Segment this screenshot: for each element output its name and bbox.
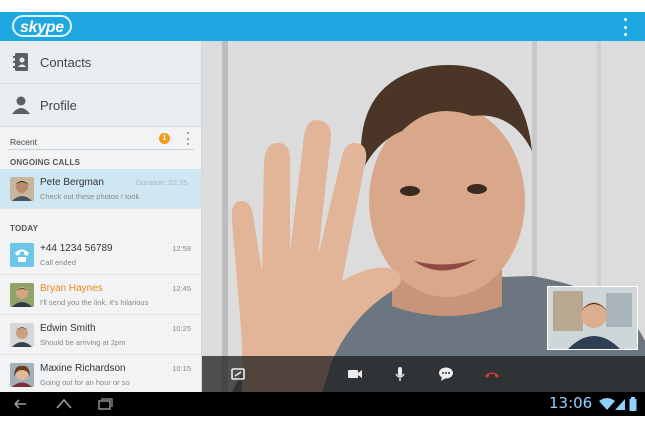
list-item[interactable]: Bryan Haynes I'll send you the link, it'… (0, 275, 201, 315)
contact-name: Maxine Richardson (40, 363, 126, 374)
timestamp: 12:58 (172, 244, 191, 253)
contact-name: Pete Bergman (40, 177, 104, 188)
home-icon[interactable] (55, 396, 73, 412)
self-view-image (548, 287, 637, 349)
end-call-icon[interactable] (483, 365, 501, 383)
phone-icon (10, 243, 34, 267)
fullscreen-icon[interactable] (229, 365, 247, 383)
ongoing-call-row[interactable]: Pete Bergman Check out these photos I to… (0, 169, 201, 209)
microphone-icon[interactable] (391, 365, 409, 383)
sidebar: Contacts Profile Recent ONGOING CALLS Pe… (0, 41, 202, 392)
contact-message: Should be arriving at 2pm (40, 338, 126, 347)
chat-bubble-icon[interactable] (437, 365, 455, 383)
call-controls-bar (202, 356, 645, 392)
nav-contacts-label: Contacts (40, 55, 92, 70)
contact-photo (10, 363, 34, 387)
contacts-book-icon (13, 53, 28, 71)
clock: 13:06 (549, 394, 593, 412)
nav-contacts[interactable]: Contacts (0, 41, 201, 84)
contact-name: +44 1234 56789 (40, 243, 113, 254)
contact-photo (10, 323, 34, 347)
contact-photo (10, 283, 34, 307)
skype-tablet-screen: skype Contacts Profile Recent ONGOING CA… (0, 0, 645, 430)
nav-profile[interactable]: Profile (0, 84, 201, 127)
contact-message: Going out for an hour or so (40, 378, 130, 387)
recent-header: Recent (10, 137, 37, 147)
recent-apps-icon[interactable] (96, 396, 114, 412)
contact-name: Edwin Smith (40, 323, 96, 334)
skype-logo: skype (12, 15, 72, 37)
battery-icon (629, 397, 637, 411)
contact-message: Check out these photos I took (40, 192, 140, 201)
overflow-menu-icon[interactable] (186, 132, 190, 145)
contact-message: Call ended (40, 258, 76, 267)
unread-badge: 1 (159, 133, 170, 144)
overflow-menu-icon[interactable] (621, 18, 629, 36)
divider (8, 149, 194, 150)
list-item[interactable]: Maxine Richardson Going out for an hour … (0, 355, 201, 392)
call-duration: Duration: 02:15 (136, 178, 188, 187)
list-item[interactable]: Edwin Smith Should be arriving at 2pm 10… (0, 315, 201, 355)
timestamp: 10:25 (172, 324, 191, 333)
app-bar: skype (0, 12, 645, 41)
today-header: TODAY (10, 224, 39, 233)
timestamp: 10:15 (172, 364, 191, 373)
back-icon[interactable] (11, 396, 29, 412)
contact-message: I'll send you the link, it's hilarious (40, 298, 149, 307)
signal-icon (615, 399, 625, 410)
video-camera-icon[interactable] (346, 365, 364, 383)
system-navigation-bar: 13:06 (0, 392, 645, 416)
timestamp: 12:45 (172, 284, 191, 293)
contact-name: Bryan Haynes (40, 283, 103, 294)
contact-photo (10, 177, 34, 201)
list-item[interactable]: +44 1234 56789 Call ended 12:58 (0, 235, 201, 275)
person-icon (12, 96, 30, 114)
ongoing-calls-header: ONGOING CALLS (10, 158, 81, 167)
self-view-video[interactable] (547, 286, 638, 350)
nav-profile-label: Profile (40, 98, 77, 113)
video-feed[interactable] (202, 41, 645, 392)
